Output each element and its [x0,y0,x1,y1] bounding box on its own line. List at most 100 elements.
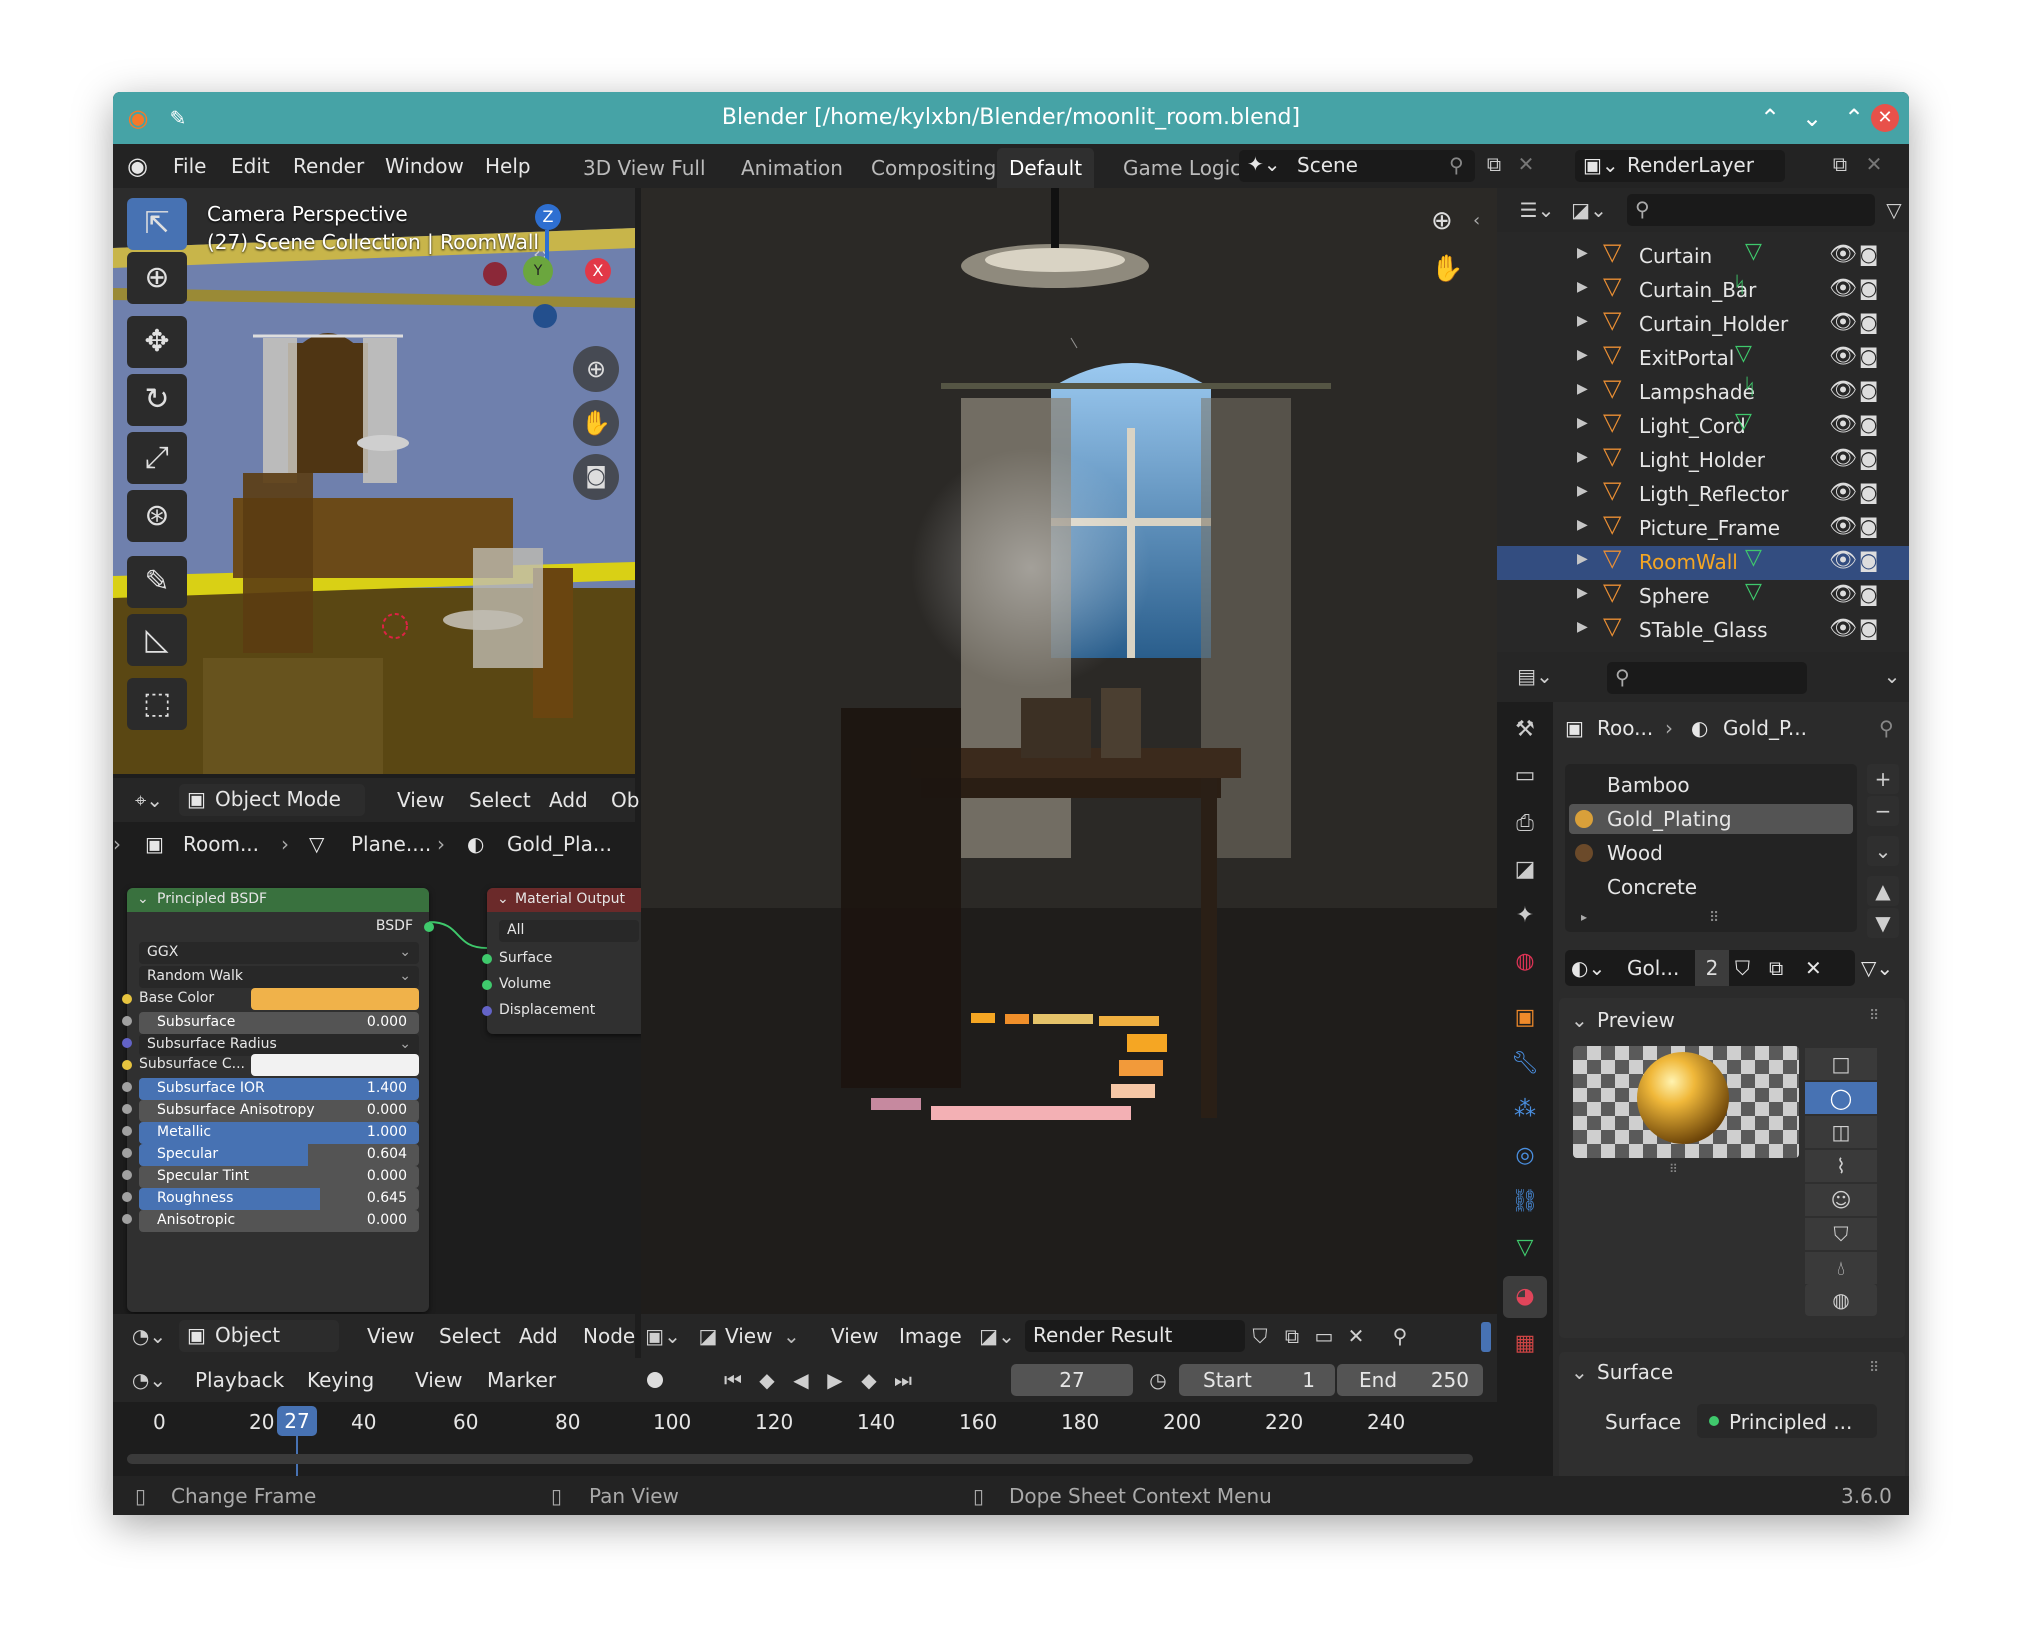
pan-hand-icon[interactable]: ✋ [573,400,619,446]
visibility-eye-icon[interactable]: 👁︎ [1829,242,1857,267]
menu-window[interactable]: Window [385,144,464,188]
outliner-item[interactable]: ▶ ▽ Curtain_Holder 👁︎ ◙ [1497,306,1909,342]
vertex-group-icon[interactable]: ▽ [1745,240,1762,264]
outliner-item[interactable]: ▶ ▽ Light_Cord ▽ 👁︎ ◙ [1497,408,1909,444]
new-scene-icon[interactable]: ⧉ [1479,152,1509,176]
measure-tool-icon[interactable]: ◺ [127,614,187,666]
scene-pin-icon[interactable]: ⚲ [1449,153,1464,177]
image-mode-icon[interactable]: ◪ [691,1324,725,1348]
preview-world-icon[interactable]: ◍ [1805,1284,1877,1316]
specular-tint-slider[interactable]: Specular Tint 0.000 [139,1166,419,1188]
prev-keyframe-icon[interactable]: ◆ [753,1368,781,1392]
visibility-eye-icon[interactable]: 👁︎ [1829,480,1857,505]
base-color-swatch[interactable] [251,988,419,1010]
outliner-item[interactable]: ▶ ▽ Curtain ▽ 👁︎ ◙ [1497,240,1909,274]
node-menu-view[interactable]: View [367,1324,414,1348]
viewport-3d[interactable]: Camera Perspective (27) Scene Collection… [113,188,635,778]
metallic-slider[interactable]: Metallic 1.000 [139,1122,419,1144]
expand-arrow-icon[interactable]: ▶ [1577,619,1588,635]
outliner-item[interactable]: ▶ ▽ ExitPortal ▽ 👁︎ ◙ [1497,340,1909,376]
distribution-dropdown[interactable]: GGX ⌄ [139,942,419,964]
metallic-socket[interactable] [122,1126,132,1136]
timeline-ruler[interactable]: 0 20 40 60 80 100 120 140 160 180 200 22… [113,1402,1497,1476]
material-users-count[interactable]: 2 [1695,950,1729,986]
principled-bsdf-node[interactable]: ⌄ Principled BSDF BSDF GGX ⌄ Random Walk… [122,888,434,1312]
display-mode-icon[interactable]: ◪⌄ [1567,198,1611,222]
base-color-socket[interactable] [122,994,132,1004]
subsurface-radius-socket[interactable] [122,1038,132,1048]
subsurface-color-socket[interactable] [122,1060,132,1070]
timeline-scrollbar[interactable] [127,1454,1473,1464]
volume-input-socket[interactable] [482,980,492,990]
expand-arrow-icon[interactable]: ▶ [1577,585,1588,601]
modifier-tab-icon[interactable]: 🔧︎ [1509,1048,1541,1080]
fake-user-icon[interactable]: ⛉ [1735,956,1750,980]
physics-tab-icon[interactable]: ◎ [1509,1140,1541,1172]
menu-render[interactable]: Render [293,144,364,188]
image-menu-image[interactable]: Image [899,1324,962,1348]
visibility-eye-icon[interactable]: 👁︎ [1829,412,1857,437]
image-editor[interactable]: ⊕ ✋ ‹ [641,188,1497,1314]
unlink-image-icon[interactable]: ✕ [1341,1324,1371,1348]
subsurface-radius-dropdown[interactable]: Subsurface Radius ⌄ [139,1034,419,1056]
material-slot[interactable]: Bamboo [1569,770,1853,800]
image-name-field[interactable]: Render Result [1025,1320,1245,1352]
image-menu-view-mode[interactable]: View [725,1324,772,1348]
image-browse-icon[interactable]: ◪⌄ [975,1324,1019,1348]
preview-cube-icon[interactable]: ◫ [1805,1116,1877,1148]
vertex-group-icon[interactable]: ▽ [1745,579,1762,604]
material-slot[interactable]: Wood [1569,838,1853,868]
material-datablock[interactable]: ◐⌄ Gol... 2 ⛉ ⧉ ✕ [1565,950,1855,986]
outliner-item[interactable]: ▶ ▽ STable_Glass 👁︎ ◙ [1497,612,1909,648]
displacement-input-socket[interactable] [482,1006,492,1016]
jump-end-icon[interactable]: ⏭ [889,1368,917,1392]
scale-tool-icon[interactable]: ⤢ [127,432,187,484]
duplicate-material-icon[interactable]: ⧉ [1769,956,1783,980]
select-tool-icon[interactable]: ⇱ [127,198,187,250]
cursor-tool-icon[interactable]: ⊕ [127,252,187,304]
camera-view-icon[interactable]: ◙ [573,454,619,500]
move-slot-down-icon[interactable]: ▼ [1867,908,1899,938]
tab-default[interactable]: Default [997,148,1095,188]
anisotropic-slider[interactable]: Anisotropic 0.000 [139,1210,419,1232]
texture-tab-icon[interactable]: ▦ [1509,1328,1541,1360]
image-pan-hand-icon[interactable]: ✋ [1431,254,1463,284]
render-camera-icon[interactable]: ◙ [1859,480,1878,504]
material-browse-icon[interactable]: ◐⌄ [1571,956,1605,980]
timeline-menu-marker[interactable]: Marker [487,1368,556,1392]
editor-type-icon[interactable]: ⌖⌄ [127,788,171,812]
jump-start-icon[interactable]: ⏮ [719,1368,747,1392]
node-menu-select[interactable]: Select [439,1324,501,1348]
gizmo-x-axis[interactable]: X [585,258,611,284]
subsurface-ior-slider[interactable]: Subsurface IOR 1.400 [139,1078,419,1100]
minimize-icon[interactable]: ⌄ [1795,98,1829,138]
anisotropic-socket[interactable] [122,1214,132,1224]
transform-tool-icon[interactable]: ⊛ [127,490,187,542]
surface-title[interactable]: Surface [1597,1360,1673,1384]
data-tab-icon[interactable]: ▽ [1509,1232,1541,1264]
output-target-dropdown[interactable]: All [499,920,639,942]
constraints-tab-icon[interactable]: ⛓ [1509,1186,1541,1218]
new-view-layer-icon[interactable]: ⧉ [1825,152,1855,176]
tool-tab-icon[interactable]: ⚒ [1509,714,1541,746]
roughness-socket[interactable] [122,1192,132,1202]
render-camera-icon[interactable]: ◙ [1859,548,1878,572]
outliner-search[interactable]: ⚲ [1627,194,1875,226]
timeline-menu-view[interactable]: View [415,1368,462,1392]
preview-title[interactable]: Preview [1597,1008,1675,1032]
panel-grip-icon[interactable]: ⠿ [1869,1360,1879,1376]
add-slot-icon[interactable]: + [1867,764,1899,794]
delete-scene-icon[interactable]: ✕ [1511,152,1541,176]
render-camera-icon[interactable]: ◙ [1859,446,1878,470]
tab-compositing[interactable]: Compositing [859,148,1008,188]
gizmo-y-axis[interactable]: Y [523,256,553,286]
delete-view-layer-icon[interactable]: ✕ [1859,152,1889,176]
timeline-menu-keying[interactable]: Keying [307,1368,374,1392]
material-slot[interactable]: Gold_Plating [1569,804,1853,834]
menu-file[interactable]: File [173,144,206,188]
tab-3d-view-full[interactable]: 3D View Full [571,148,718,188]
current-frame-field[interactable]: 27 [1011,1364,1133,1396]
image-pin-icon[interactable]: ⚲ [1385,1324,1415,1348]
bsdf-output-socket[interactable] [424,922,434,932]
render-camera-icon[interactable]: ◙ [1859,378,1878,402]
